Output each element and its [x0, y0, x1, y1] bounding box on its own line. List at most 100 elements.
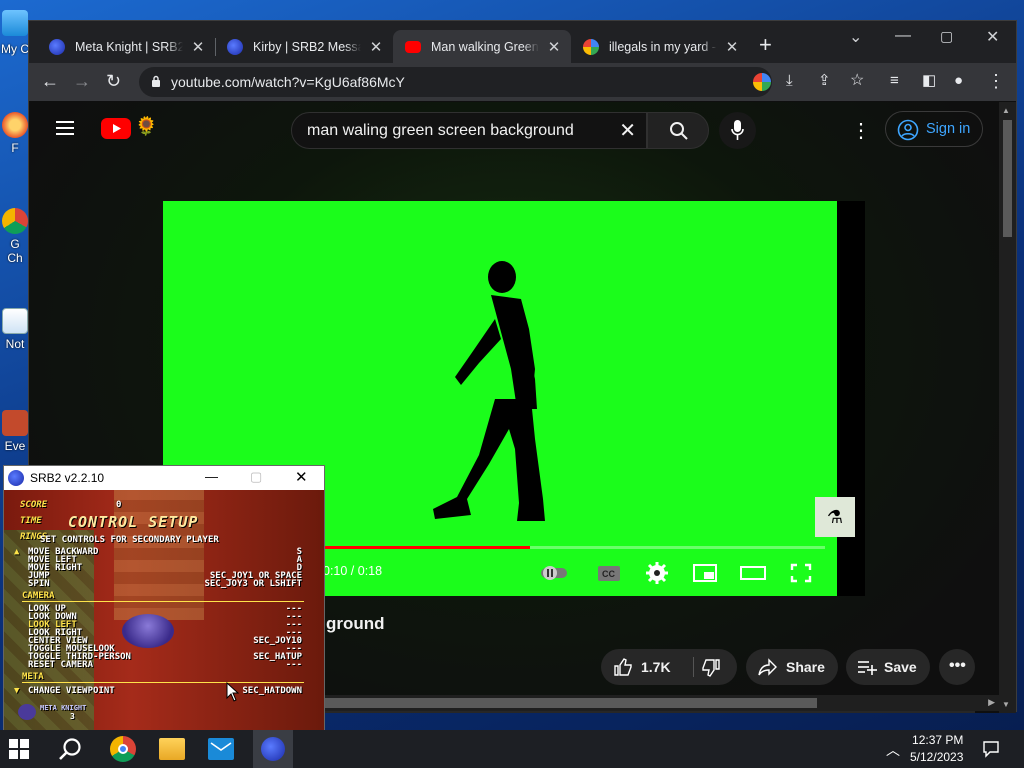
- horizontal-scrollbar[interactable]: ▶: [325, 695, 999, 711]
- desktop-icon-app-1[interactable]: F: [0, 112, 30, 155]
- captions-icon[interactable]: CC: [595, 561, 623, 585]
- clear-search-icon[interactable]: ✕: [619, 118, 636, 143]
- bookmark-star-icon[interactable]: ☆: [850, 71, 864, 91]
- more-dots-icon: •••: [949, 657, 966, 674]
- thumbs-down-icon[interactable]: [701, 658, 721, 678]
- browser-toolbar: ← → ↻ youtube.com/watch?v=KgU6af86McY ⤓ …: [29, 63, 1016, 101]
- walking-man-silhouette: [433, 261, 545, 521]
- maximize-button[interactable]: ▢: [940, 28, 953, 45]
- google-favicon: [583, 38, 599, 55]
- srb2-game-screen[interactable]: SCORE 0 TIME RINGS CONTROL SETUP SET CON…: [4, 490, 324, 730]
- tab-kirby[interactable]: Kirby | SRB2 Message Board ✕: [215, 30, 393, 63]
- settings-dots-icon[interactable]: ⋮: [851, 118, 871, 143]
- desktop-icon-this-pc[interactable]: My C: [0, 10, 30, 56]
- scrollbar-thumb[interactable]: [1003, 120, 1012, 237]
- like-dislike-group: 1.7K: [601, 649, 737, 685]
- taskbar: ︿ 12:37 PM 5/12/2023: [0, 730, 1024, 768]
- notepad-shortcut-icon: [2, 308, 28, 334]
- desktop-icon-notepad[interactable]: Not: [0, 308, 30, 351]
- srb2-favicon: [49, 38, 65, 55]
- tab-search-chevron-icon[interactable]: ⌄: [849, 27, 862, 47]
- scroll-up-icon[interactable]: ▲: [1002, 106, 1010, 115]
- google-lens-icon[interactable]: [753, 73, 771, 91]
- tab-man-walking[interactable]: Man walking Green Screen ✕: [393, 30, 571, 63]
- youtube-favicon: [405, 40, 421, 53]
- search-input[interactable]: man waling green screen background ✕: [291, 112, 647, 149]
- install-icon[interactable]: ⤓: [786, 71, 793, 91]
- back-button[interactable]: ←: [41, 71, 59, 91]
- miniplayer-icon[interactable]: [691, 561, 719, 585]
- media-controls-icon[interactable]: ≡: [890, 71, 899, 91]
- doodle-icon[interactable]: 🌻: [135, 116, 157, 137]
- srb2-taskbar-button[interactable]: [253, 730, 293, 768]
- close-icon[interactable]: ✕: [545, 38, 563, 56]
- share-button[interactable]: Share: [746, 649, 838, 685]
- search-icon: [670, 122, 688, 140]
- voice-search-button[interactable]: [719, 112, 756, 149]
- srb2-close-button[interactable]: ✕: [295, 468, 308, 486]
- mail-icon[interactable]: [208, 738, 234, 760]
- reload-button[interactable]: ↻: [106, 71, 121, 91]
- chrome-taskbar-icon[interactable]: [110, 736, 136, 762]
- side-panel-icon[interactable]: ◧: [922, 71, 936, 91]
- desktop-icon-app-2[interactable]: Eve: [0, 410, 30, 453]
- scroll-up-arrow-icon: ▲: [14, 547, 20, 557]
- notification-center-icon[interactable]: [982, 740, 1000, 758]
- address-bar[interactable]: youtube.com/watch?v=KgU6af86McY: [139, 67, 772, 97]
- url-text: youtube.com/watch?v=KgU6af86McY: [171, 74, 405, 90]
- autoplay-toggle-icon[interactable]: [539, 561, 567, 585]
- menu-cursor-icon: ▼: [14, 686, 20, 696]
- fullscreen-icon[interactable]: [787, 561, 815, 585]
- this-pc-icon: [2, 10, 28, 36]
- svg-text:CC: CC: [602, 569, 615, 579]
- meta-knight-sprite: [122, 614, 174, 648]
- scroll-down-icon[interactable]: ▼: [1002, 700, 1010, 709]
- app-shortcut-icon: [2, 410, 28, 436]
- windows-start-icon[interactable]: [9, 739, 29, 759]
- scroll-right-icon[interactable]: ▶: [988, 697, 995, 708]
- vertical-scrollbar[interactable]: ▲ ▼: [999, 102, 1016, 713]
- more-actions-button[interactable]: •••: [939, 649, 975, 685]
- channel-watermark-icon[interactable]: ⚗: [815, 497, 855, 537]
- close-window-button[interactable]: ✕: [986, 27, 999, 47]
- share-page-icon[interactable]: ⇪: [818, 71, 831, 91]
- youtube-header: 🌻 man waling green screen background ✕ ⋮…: [29, 102, 999, 156]
- chrome-shortcut-icon: [2, 208, 28, 234]
- lives-character-icon: [18, 704, 36, 720]
- theater-mode-icon[interactable]: [739, 561, 767, 585]
- thumbs-up-icon: [614, 658, 632, 676]
- share-arrow-icon: [758, 658, 777, 676]
- chrome-menu-icon[interactable]: ⋮: [987, 71, 1005, 91]
- tab-meta-knight[interactable]: Meta Knight | SRB2 Message Board ✕: [37, 30, 216, 63]
- sign-in-button[interactable]: Sign in: [885, 111, 983, 147]
- close-icon[interactable]: ✕: [367, 38, 385, 56]
- clock[interactable]: 12:37 PM 5/12/2023: [910, 732, 963, 766]
- forward-button[interactable]: →: [73, 71, 91, 91]
- save-button[interactable]: Save: [846, 649, 930, 685]
- srb2-titlebar[interactable]: SRB2 v2.2.10 — ▢ ✕: [4, 466, 324, 490]
- close-icon[interactable]: ✕: [723, 38, 741, 56]
- new-tab-button[interactable]: +: [759, 34, 772, 56]
- tab-strip: Meta Knight | SRB2 Message Board ✕ Kirby…: [29, 21, 1016, 63]
- search-button[interactable]: [647, 112, 709, 149]
- srb2-window[interactable]: SRB2 v2.2.10 — ▢ ✕ SCORE 0 TIME RINGS CO…: [3, 465, 325, 731]
- app-shortcut-icon: [2, 112, 28, 138]
- search-taskbar-icon[interactable]: [58, 737, 84, 763]
- settings-gear-icon[interactable]: [643, 561, 671, 585]
- like-button[interactable]: 1.7K: [601, 649, 693, 685]
- youtube-logo-icon[interactable]: [101, 118, 131, 139]
- srb2-app-icon: [8, 470, 24, 486]
- srb2-minimize-button[interactable]: —: [205, 469, 218, 484]
- hamburger-menu-icon[interactable]: [56, 121, 74, 135]
- profile-icon[interactable]: ●: [954, 71, 963, 91]
- srb2-maximize-button[interactable]: ▢: [250, 469, 262, 485]
- minimize-button[interactable]: —: [895, 27, 911, 45]
- file-explorer-icon[interactable]: [159, 738, 185, 760]
- desktop-icon-chrome[interactable]: G Ch: [0, 208, 30, 265]
- mouse-cursor-icon: [226, 682, 240, 702]
- save-playlist-icon: [858, 661, 877, 675]
- close-icon[interactable]: ✕: [189, 38, 207, 56]
- hscrollbar-thumb[interactable]: [325, 698, 817, 708]
- show-hidden-icons-chevron-icon[interactable]: ︿: [886, 740, 900, 760]
- tab-google-search[interactable]: illegals in my yard - Google ✕: [571, 30, 749, 63]
